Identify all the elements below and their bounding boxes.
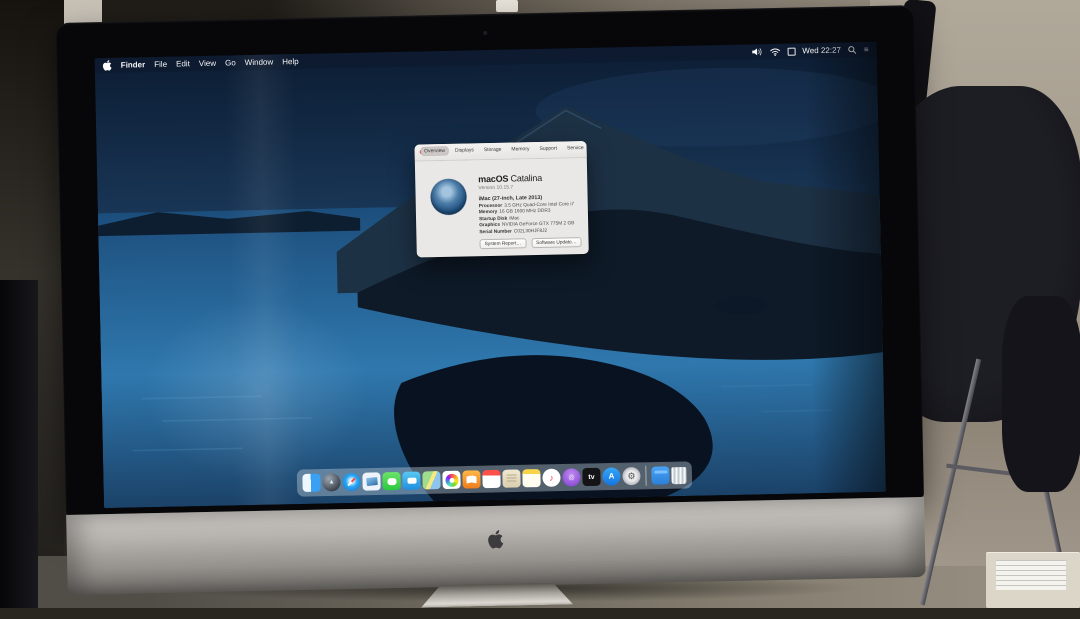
window-titlebar: Overview Displays StorageMemory Support Serv… xyxy=(414,141,586,162)
tab-memory[interactable]: Memory xyxy=(508,145,532,154)
wall-socket xyxy=(496,0,518,12)
volume-icon[interactable] xyxy=(751,47,762,56)
dock-calendar-icon[interactable] xyxy=(482,470,500,488)
tab-support[interactable]: Support xyxy=(536,144,560,152)
books-glyph xyxy=(466,475,476,483)
photos-glyph xyxy=(445,473,458,486)
about-this-mac-window: Overview Displays StorageMemory Support Serv… xyxy=(414,141,588,258)
tab-overview[interactable]: Overview xyxy=(421,146,448,155)
dock-contacts-icon[interactable] xyxy=(502,469,520,487)
catalina-thumbnail xyxy=(430,178,467,215)
downloads-glyph xyxy=(654,470,667,473)
left-monitor-edge xyxy=(0,280,38,608)
box-shipping-label xyxy=(996,560,1066,590)
tab-displays[interactable]: Displays xyxy=(452,146,477,155)
dock-messages-icon[interactable] xyxy=(382,472,400,490)
about-buttons: System Report… Software Update… xyxy=(479,237,581,249)
cardboard-box xyxy=(986,552,1080,608)
dock-facetime-icon[interactable] xyxy=(402,472,420,490)
appstore-glyph-char: A xyxy=(608,472,614,480)
systempreferences-glyph-char: ⚙ xyxy=(627,472,635,481)
dock-systempreferences-icon[interactable]: ⚙ xyxy=(622,467,640,485)
facetime-glyph xyxy=(407,478,416,484)
contacts-glyph xyxy=(506,474,516,483)
tab-storage[interactable]: Storage xyxy=(481,145,505,153)
screen-reflection xyxy=(786,42,885,494)
menu-finder[interactable]: Finder xyxy=(121,60,146,70)
dock-photos-icon[interactable] xyxy=(442,471,460,489)
os-version: Version 10.15.7 xyxy=(478,183,584,191)
spec-serial-number: Serial NumberC02L30HJF8J2 xyxy=(479,228,585,235)
apple-logo-icon[interactable] xyxy=(103,60,112,71)
about-info: macOS Catalina Version 10.15.7 iMac (27-… xyxy=(478,172,585,235)
imac-stand xyxy=(421,582,573,607)
dock-divider xyxy=(645,466,646,486)
music-glyph-char: ♪ xyxy=(549,473,554,482)
software-update-button[interactable]: Software Update… xyxy=(531,237,582,248)
imac-bezel: FinderFileEditViewGoWindowHelp Wed 22:27 xyxy=(56,5,924,515)
dock-maps-icon[interactable] xyxy=(422,471,440,489)
webcam-icon xyxy=(483,31,487,35)
imac-chin xyxy=(66,497,925,595)
tv-glyph-char: tv xyxy=(588,473,594,480)
dock-downloads-icon[interactable] xyxy=(651,466,669,484)
dock-books-icon[interactable] xyxy=(462,470,480,488)
menu-file[interactable]: File xyxy=(154,60,167,69)
menu-edit[interactable]: Edit xyxy=(176,59,190,68)
os-title-rest: Catalina xyxy=(508,173,542,184)
dock-tv-icon[interactable]: tv xyxy=(582,468,600,486)
screen: FinderFileEditViewGoWindowHelp Wed 22:27 xyxy=(95,42,886,508)
dock-music-icon[interactable]: ♪ xyxy=(542,469,560,487)
os-title-bold: macOS xyxy=(478,174,508,185)
imac-computer: FinderFileEditViewGoWindowHelp Wed 22:27 xyxy=(56,5,926,619)
chair-clothing xyxy=(1002,296,1080,492)
screen-glare xyxy=(140,293,374,488)
podcasts-glyph-char: ◎ xyxy=(568,474,574,481)
apple-logo-chin-icon xyxy=(488,530,504,549)
wifi-icon[interactable] xyxy=(769,47,780,55)
dock-podcasts-icon[interactable]: ◎ xyxy=(562,468,580,486)
about-toolbar-tabs: Overview Displays StorageMemory Support Serv… xyxy=(421,143,587,154)
menu-view[interactable]: View xyxy=(199,59,216,68)
dock-appstore-icon[interactable]: A xyxy=(602,467,620,485)
system-report-button[interactable]: System Report… xyxy=(479,238,526,249)
spec-list: Processor3.5 GHz Quad-Core Intel Core i7… xyxy=(479,202,586,236)
dock-trash-icon[interactable] xyxy=(671,466,686,483)
tab-service[interactable]: Service xyxy=(564,143,587,151)
dock-notes-icon[interactable] xyxy=(522,469,540,487)
messages-glyph xyxy=(387,478,396,485)
